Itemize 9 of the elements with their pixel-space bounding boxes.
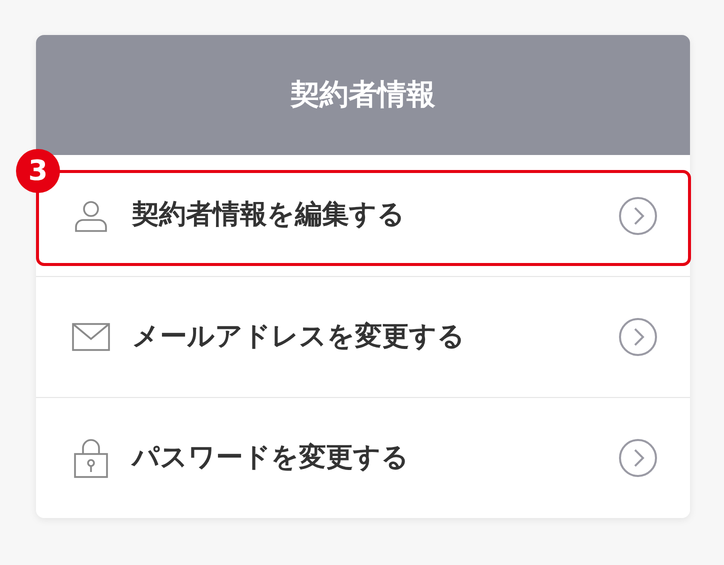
- envelope-icon: [72, 323, 110, 351]
- menu-item[interactable]: メールアドレスを変更する: [36, 277, 690, 397]
- step-badge: 3: [16, 149, 60, 193]
- chevron-circle-icon: [618, 438, 658, 478]
- menu-item[interactable]: パスワードを変更する: [36, 398, 690, 518]
- chevron-circle-icon: [618, 317, 658, 357]
- header-title: 契約者情報: [290, 76, 436, 114]
- padlock-icon: [74, 438, 108, 478]
- chevron-circle-icon: [618, 196, 658, 236]
